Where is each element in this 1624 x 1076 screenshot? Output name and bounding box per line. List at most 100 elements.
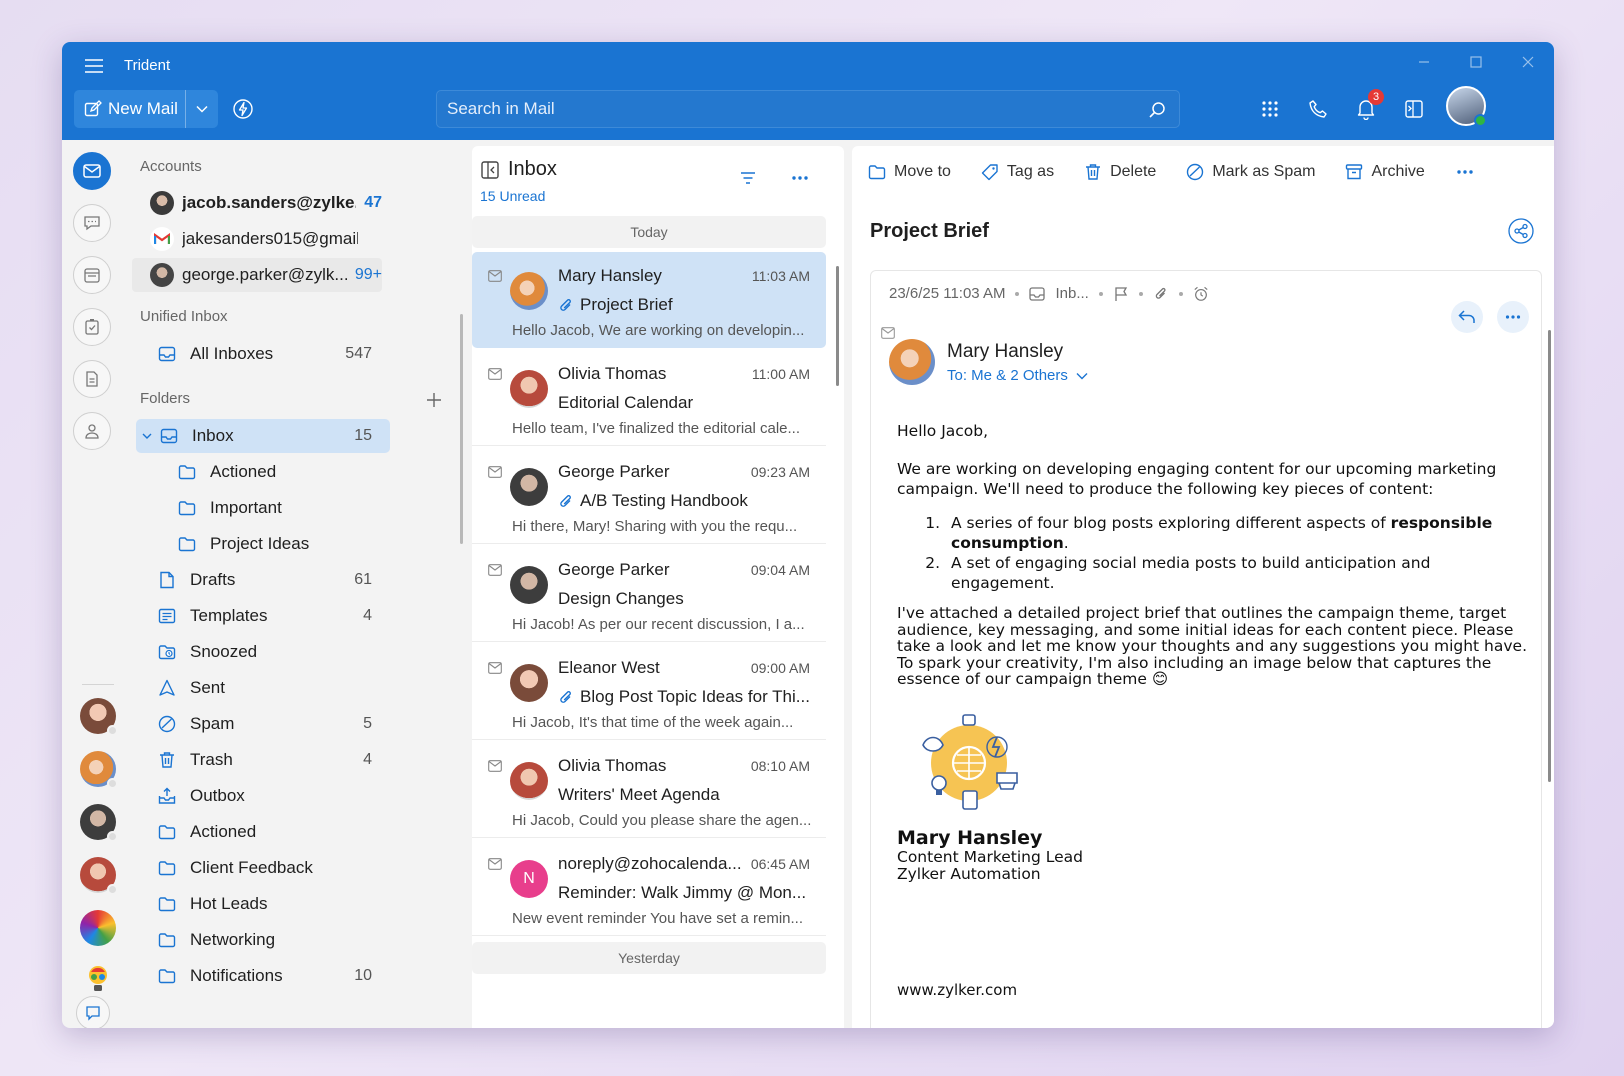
phone-icon[interactable] [1306,96,1330,122]
new-mail-button[interactable]: New Mail [74,90,186,128]
message-folder[interactable]: Inb... [1055,285,1088,302]
alarm-clock-icon[interactable] [1193,286,1209,302]
rail-chat-icon[interactable] [73,204,111,242]
folder-item[interactable]: Drafts 61 [158,563,390,597]
search-icon[interactable] [1147,100,1167,120]
account-unread-count: 47 [364,194,382,211]
rail-contact-avatar[interactable] [80,857,118,895]
minimize-icon[interactable] [1412,50,1436,74]
envelope-icon[interactable] [488,662,502,674]
notification-count-badge: 3 [1368,89,1384,105]
message-more-button[interactable] [1497,301,1529,333]
bulb-ideas-icon[interactable] [80,962,116,998]
folder-pane-scrollbar[interactable] [460,314,463,544]
side-panel-icon[interactable] [1402,96,1426,122]
rail-group-avatar[interactable] [80,910,116,946]
message-item[interactable]: Olivia Thomas 11:00 AM Editorial Calendar H… [472,350,826,446]
envelope-icon[interactable] [488,858,502,870]
rail-contact-avatar[interactable] [80,804,118,842]
move-to-button[interactable]: Move to [868,163,951,181]
more-actions-button[interactable] [1455,162,1475,182]
archive-button[interactable]: Archive [1345,163,1425,181]
envelope-icon[interactable] [488,466,502,478]
reply-icon [1458,310,1475,323]
message-item[interactable]: George Parker 09:23 AM A/B Testing Handboo… [472,448,826,544]
message-subject-line: Blog Post Topic Ideas for Thi... [558,687,814,707]
folder-item[interactable]: Actioned [178,455,390,489]
folder-item[interactable]: Notifications 10 [158,959,390,993]
account-item[interactable]: jakesanders015@gmail.c... [132,222,382,256]
folder-item[interactable]: Templates 4 [158,599,390,633]
share-icon[interactable] [1508,218,1534,244]
snooze-icon [158,643,176,661]
chevron-down-icon[interactable] [142,433,156,440]
quick-actions-bolt-icon[interactable] [232,98,254,120]
account-item[interactable]: jacob.sanders@zylke... 47 [132,186,382,220]
unread-count[interactable]: 15 Unread [480,188,545,204]
apps-grid-icon[interactable] [1258,96,1282,122]
search-input[interactable] [437,91,1179,127]
folder-inbox[interactable]: Inbox 15 [136,419,390,453]
maximize-icon[interactable] [1464,50,1488,74]
envelope-icon[interactable] [488,368,502,380]
add-folder-icon[interactable] [426,392,442,408]
attachment-icon[interactable] [1153,286,1169,302]
new-mail-dropdown[interactable] [186,90,218,128]
folder-item[interactable]: Hot Leads [158,887,390,921]
account-item[interactable]: george.parker@zylk... 99+ [132,258,382,292]
folder-item[interactable]: Spam 5 [158,707,390,741]
rail-contacts-icon[interactable] [73,412,111,450]
filter-icon[interactable] [738,168,758,188]
folder-item[interactable]: Client Feedback [158,851,390,885]
user-avatar[interactable] [1446,86,1487,127]
recipients[interactable]: To: Me & 2 Others [947,367,1088,384]
rail-mail-icon[interactable] [73,152,111,190]
folder-item[interactable]: Networking [158,923,390,957]
folder-name: Snoozed [190,642,258,661]
message-item[interactable]: Mary Hansley 11:03 AM Project Brief Hello J… [472,252,826,348]
sender-name[interactable]: Mary Hansley [947,341,1063,363]
mark-as-spam-button[interactable]: Mark as Spam [1186,163,1315,181]
tag-as-button[interactable]: Tag as [981,163,1054,181]
top-right-icons: 3 [1258,89,1426,122]
rail-calendar-icon[interactable] [73,256,111,294]
signature: Mary Hansley Content Marketing Lead Zylk… [897,827,1083,882]
separator-dot [1015,291,1020,296]
notifications-bell-icon[interactable]: 3 [1354,89,1384,122]
message-item[interactable]: Nnoreply@zohocalenda... 06:45 AM Reminder:… [472,840,826,936]
folder-item[interactable]: Actioned [158,815,390,849]
reply-button[interactable] [1451,301,1483,333]
envelope-icon[interactable] [488,564,502,576]
envelope-icon[interactable] [488,270,502,282]
message-item[interactable]: George Parker 09:04 AM Design Changes Hi Ja… [472,546,826,642]
flag-icon[interactable] [1113,286,1129,302]
collapse-pane-icon[interactable] [480,160,500,180]
rail-contact-avatar[interactable] [80,698,118,736]
folder-all-inboxes[interactable]: All Inboxes 547 [158,337,390,371]
website-link[interactable]: www.zylker.com [897,981,1017,999]
reading-pane-scrollbar[interactable] [1548,330,1551,782]
sent-icon [158,679,176,697]
delete-button[interactable]: Delete [1084,163,1156,181]
folder-item[interactable]: Project Ideas [178,527,390,561]
message-item[interactable]: Eleanor West 09:00 AM Blog Post Topic Idea… [472,644,826,740]
message-time: 09:00 AM [750,660,810,676]
close-icon[interactable] [1516,50,1540,74]
hamburger-menu-icon[interactable] [80,54,108,78]
rail-tasks-icon[interactable] [73,308,111,346]
folder-item[interactable]: Important [178,491,390,525]
rail-notes-icon[interactable] [73,360,111,398]
folder-name: All Inboxes [190,344,274,363]
rail-contact-avatar[interactable] [80,751,118,789]
message-list-scrollbar[interactable] [836,266,839,386]
folder-item[interactable]: Outbox [158,779,390,813]
more-options-icon[interactable] [790,168,810,188]
folder-item[interactable]: Snoozed [158,635,390,669]
folder-item[interactable]: Trash 4 [158,743,390,777]
message-sender: Mary Hansley [558,266,662,285]
envelope-icon[interactable] [488,760,502,772]
folder-item[interactable]: Sent [158,671,390,705]
sender-avatar[interactable] [889,339,935,385]
message-item[interactable]: Olivia Thomas 08:10 AM Writers' Meet Agend… [472,742,826,838]
rail-feedback-icon[interactable] [76,996,110,1028]
